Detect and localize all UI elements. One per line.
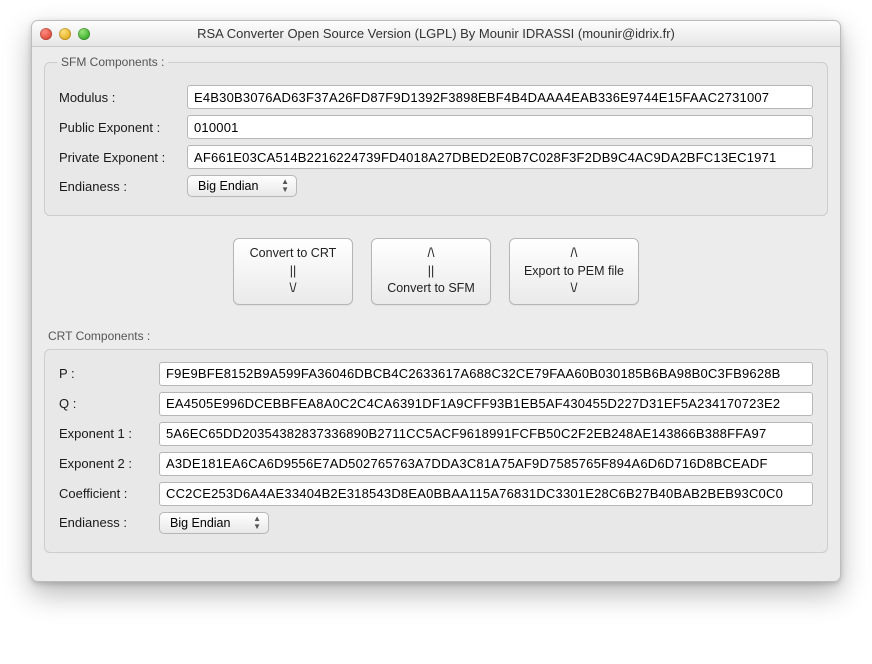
sfm-group: SFM Components : Modulus : Public Expone… <box>44 55 828 216</box>
crt-endianess-wrap: Big Endian ▲▼ <box>159 512 269 534</box>
sfm-legend: SFM Components : <box>57 55 168 69</box>
sfm-endianess-label: Endianess : <box>59 179 187 194</box>
row-q: Q : <box>59 392 813 416</box>
export-to-pem-button[interactable]: /\ Export to PEM file \/ <box>509 238 639 305</box>
p-input[interactable] <box>159 362 813 386</box>
exp2-label: Exponent 2 : <box>59 456 159 471</box>
window-title: RSA Converter Open Source Version (LGPL)… <box>32 26 840 41</box>
row-private-exponent: Private Exponent : <box>59 145 813 169</box>
convert-to-crt-button[interactable]: Convert to CRT || \/ <box>233 238 353 305</box>
convert-buttons: Convert to CRT || \/ /\ || Convert to SF… <box>44 238 828 305</box>
exp2-input[interactable] <box>159 452 813 476</box>
sfm-endianess-wrap: Big Endian ▲▼ <box>187 175 297 197</box>
sfm-endianess-select[interactable]: Big Endian <box>187 175 297 197</box>
row-public-exponent: Public Exponent : <box>59 115 813 139</box>
exp1-label: Exponent 1 : <box>59 426 159 441</box>
window-controls <box>40 28 90 40</box>
window-content: SFM Components : Modulus : Public Expone… <box>32 47 840 581</box>
coeff-label: Coefficient : <box>59 486 159 501</box>
row-modulus: Modulus : <box>59 85 813 109</box>
p-label: P : <box>59 366 159 381</box>
close-icon[interactable] <box>40 28 52 40</box>
row-exp2: Exponent 2 : <box>59 452 813 476</box>
row-coeff: Coefficient : <box>59 482 813 506</box>
row-exp1: Exponent 1 : <box>59 422 813 446</box>
crt-legend: CRT Components : <box>48 329 828 343</box>
public-exponent-label: Public Exponent : <box>59 120 187 135</box>
minimize-icon[interactable] <box>59 28 71 40</box>
titlebar: RSA Converter Open Source Version (LGPL)… <box>32 21 840 47</box>
crt-endianess-select[interactable]: Big Endian <box>159 512 269 534</box>
row-p: P : <box>59 362 813 386</box>
modulus-label: Modulus : <box>59 90 187 105</box>
row-crt-endianess: Endianess : Big Endian ▲▼ <box>59 512 813 534</box>
private-exponent-label: Private Exponent : <box>59 150 187 165</box>
public-exponent-input[interactable] <box>187 115 813 139</box>
modulus-input[interactable] <box>187 85 813 109</box>
row-sfm-endianess: Endianess : Big Endian ▲▼ <box>59 175 813 197</box>
crt-endianess-label: Endianess : <box>59 515 159 530</box>
q-label: Q : <box>59 396 159 411</box>
app-window: RSA Converter Open Source Version (LGPL)… <box>31 20 841 582</box>
zoom-icon[interactable] <box>78 28 90 40</box>
convert-to-sfm-button[interactable]: /\ || Convert to SFM <box>371 238 491 305</box>
exp1-input[interactable] <box>159 422 813 446</box>
coeff-input[interactable] <box>159 482 813 506</box>
private-exponent-input[interactable] <box>187 145 813 169</box>
crt-group: P : Q : Exponent 1 : Exponent 2 : Coeffi… <box>44 349 828 553</box>
q-input[interactable] <box>159 392 813 416</box>
